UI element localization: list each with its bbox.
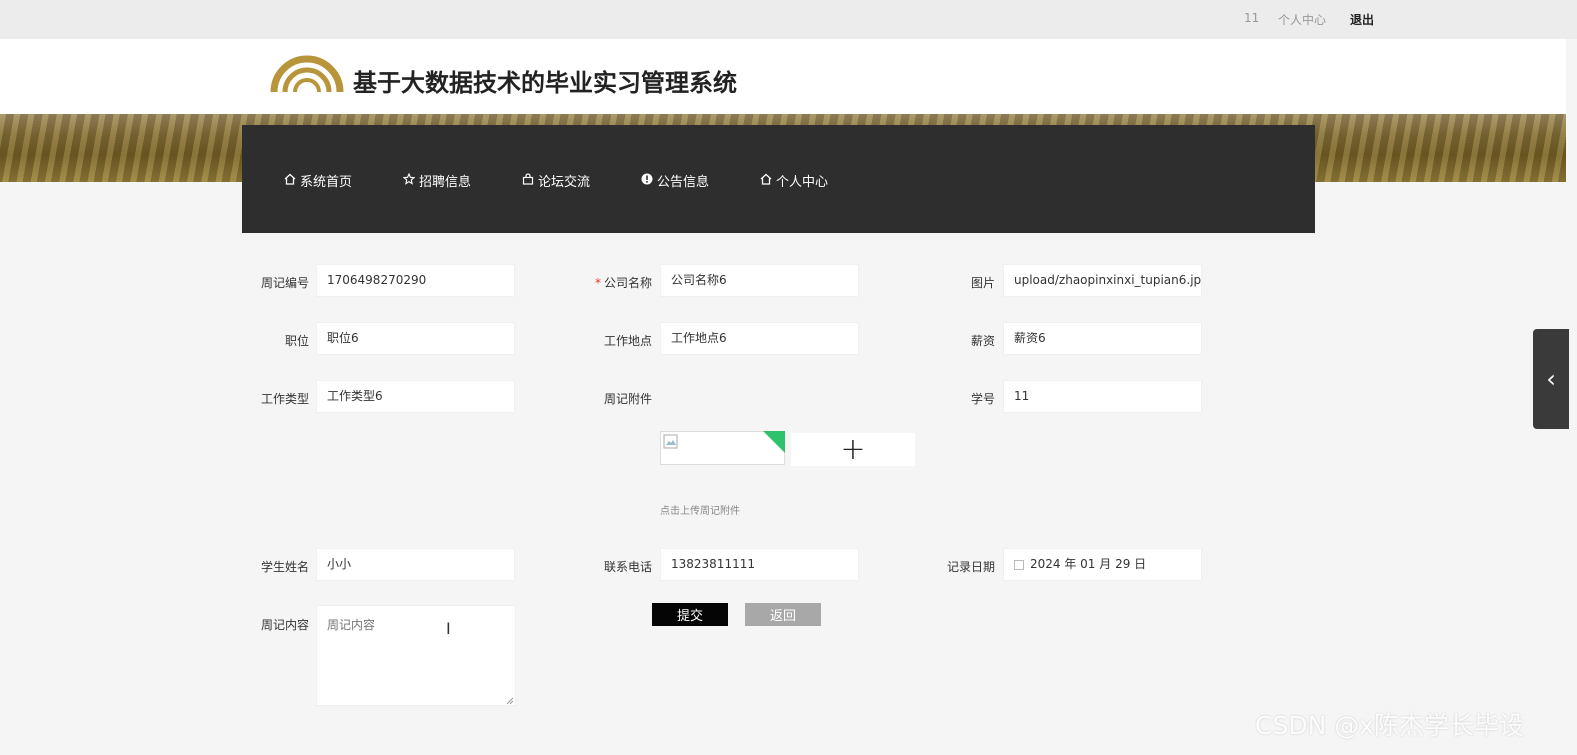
weekly-no-field[interactable]: 1706498270290 (316, 264, 515, 297)
chevron-left-icon: ‹ (1546, 365, 1556, 393)
user-id: 11 (1244, 11, 1260, 25)
home-icon (759, 173, 773, 188)
side-collapse-tab[interactable]: ‹ (1533, 329, 1569, 429)
attachment-thumbnail[interactable] (660, 431, 785, 465)
student-name-field[interactable]: 小小 (316, 548, 515, 581)
main-nav: 系统首页 招聘信息 论坛交流 公告信息 个人中心 (242, 125, 1315, 233)
position-field[interactable]: 职位6 (316, 322, 515, 355)
watermark: CSDN @x陈杰学长毕设 (1255, 711, 1525, 740)
record-date-field[interactable]: 2024 年 01 月 29 日 (1003, 548, 1202, 581)
record-date-label: 记录日期 (946, 560, 995, 574)
logout-link[interactable]: 退出 (1350, 11, 1374, 28)
bag-icon (521, 173, 535, 188)
home-icon (283, 173, 297, 188)
content-textarea[interactable] (316, 605, 516, 706)
salary-label: 薪资 (970, 334, 995, 348)
required-mark: * (594, 276, 601, 290)
submit-button[interactable]: 提交 (652, 603, 728, 626)
plus-icon: + (840, 432, 866, 467)
company-field[interactable]: 公司名称6 (660, 264, 859, 297)
selected-corner-icon (763, 431, 785, 453)
nav-item-home[interactable]: 系统首页 (283, 171, 352, 190)
company-label-text: 公司名称 (603, 276, 652, 290)
company-label: * 公司名称 (562, 274, 652, 291)
nav-item-label: 个人中心 (776, 175, 829, 190)
upload-hint: 点击上传周记附件 (660, 506, 740, 517)
nav-item-label: 论坛交流 (538, 175, 591, 190)
site-title: 基于大数据技术的毕业实习管理系统 (353, 69, 737, 97)
phone-label: 联系电话 (603, 560, 652, 574)
resize-grip-icon[interactable] (506, 697, 514, 705)
weekly-no-label: 周记编号 (260, 276, 309, 290)
upload-add-button[interactable]: + (791, 432, 915, 467)
nav-item-jobs[interactable]: 招聘信息 (402, 171, 471, 190)
student-name-label: 学生姓名 (260, 560, 309, 574)
work-type-field[interactable]: 工作类型6 (316, 380, 515, 413)
back-button[interactable]: 返回 (745, 603, 821, 626)
nav-item-notices[interactable]: 公告信息 (640, 171, 709, 190)
work-type-label: 工作类型 (260, 392, 309, 406)
broken-image-icon (663, 434, 678, 449)
salary-field[interactable]: 薪资6 (1003, 322, 1202, 355)
attachment-label: 周记附件 (603, 392, 652, 406)
content-label: 周记内容 (260, 618, 309, 632)
student-no-label: 学号 (970, 392, 995, 406)
position-label: 职位 (284, 334, 309, 348)
calendar-icon (1014, 559, 1024, 570)
nav-item-label: 招聘信息 (419, 175, 472, 190)
nav-item-label: 系统首页 (300, 175, 353, 190)
personal-center-link[interactable]: 个人中心 (1278, 11, 1326, 28)
work-place-label: 工作地点 (603, 334, 652, 348)
image-path-field[interactable]: upload/zhaopinxinxi_tupian6.jpg (1003, 264, 1202, 297)
nav-item-forum[interactable]: 论坛交流 (521, 171, 590, 190)
nav-item-personal[interactable]: 个人中心 (759, 171, 828, 190)
logo-arch-icon (270, 55, 344, 93)
phone-field[interactable]: 13823811111 (660, 548, 859, 581)
work-place-field[interactable]: 工作地点6 (660, 322, 859, 355)
star-icon (402, 172, 416, 188)
image-label: 图片 (970, 276, 995, 290)
nav-item-label: 公告信息 (657, 175, 710, 190)
site-header: 基于大数据技术的毕业实习管理系统 (0, 39, 1566, 114)
top-bar: 11 个人中心 退出 (0, 0, 1577, 39)
student-no-field[interactable]: 11 (1003, 380, 1202, 413)
info-icon (640, 173, 654, 188)
text-cursor-icon: I (446, 619, 451, 638)
record-date-value: 2024 年 01 月 29 日 (1030, 557, 1147, 571)
